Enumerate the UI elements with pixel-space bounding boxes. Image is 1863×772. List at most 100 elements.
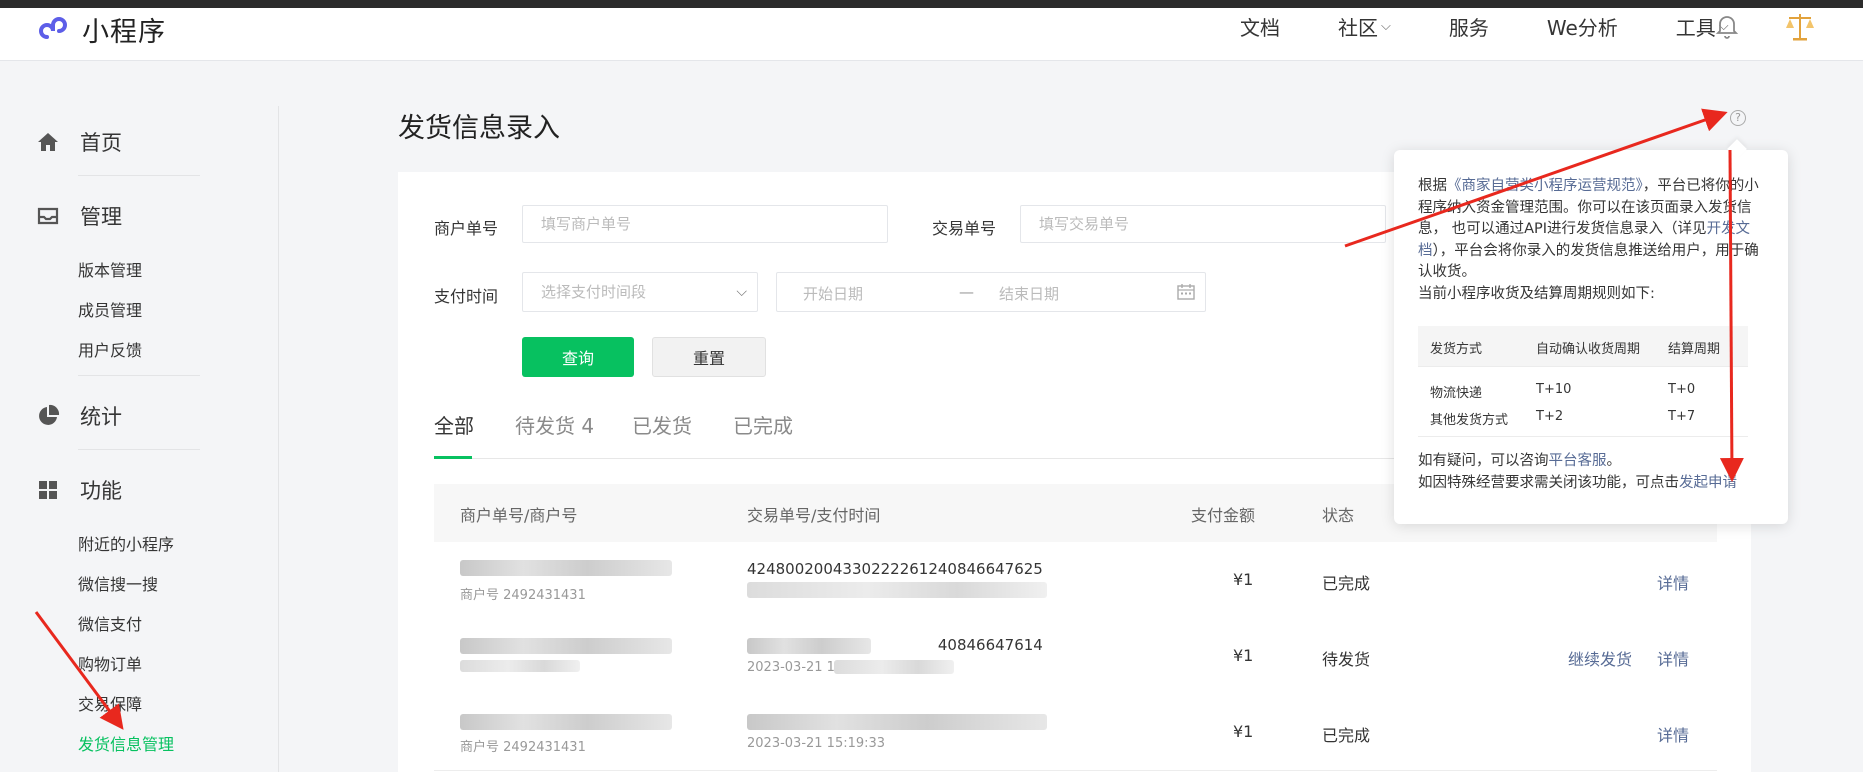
text: 如有疑问，可以咨询 bbox=[1418, 453, 1549, 469]
page-title: 发货信息录入 bbox=[398, 113, 560, 144]
start-date-placeholder: 开始日期 bbox=[803, 285, 864, 303]
pie-chart-icon bbox=[39, 404, 60, 425]
sidebar-item-nearby[interactable]: 附近的小程序 bbox=[78, 531, 174, 555]
rules-cell: 其他发货方式 bbox=[1430, 413, 1509, 428]
grid-icon bbox=[39, 481, 57, 499]
redacted-pay-time-suffix bbox=[834, 660, 954, 674]
merchant-no-input[interactable] bbox=[522, 205, 888, 243]
popover-arrow bbox=[1727, 139, 1747, 159]
popover-description: 根据《商家自营类小程序运营规范》，平台已将你的小程序纳入资金管理范围。你可以在该… bbox=[1418, 176, 1768, 305]
divider bbox=[78, 449, 200, 450]
sidebar-section-stats[interactable]: 统计 bbox=[36, 401, 122, 431]
table-row: 商户号 2492431431 4248002004330222261240846… bbox=[434, 542, 1717, 619]
sidebar: 首页 管理 版本管理 成员管理 用户反馈 统计 功能 附近的小程序 微信搜一搜 … bbox=[0, 61, 279, 772]
redacted-pay-time bbox=[747, 582, 1047, 598]
sidebar-item-version[interactable]: 版本管理 bbox=[78, 257, 142, 281]
continue-shipping-link[interactable]: 继续发货 bbox=[1568, 646, 1632, 670]
nav-label: 社区 bbox=[1338, 15, 1378, 40]
sidebar-section-manage[interactable]: 管理 bbox=[36, 201, 122, 231]
detail-link[interactable]: 详情 bbox=[1657, 570, 1689, 594]
sidebar-item-feedback[interactable]: 用户反馈 bbox=[78, 337, 142, 361]
nav-we-analytics[interactable]: We分析 bbox=[1547, 12, 1618, 40]
sidebar-item-wechat-pay[interactable]: 微信支付 bbox=[78, 611, 142, 635]
amount: ¥1 bbox=[1233, 646, 1254, 665]
rules-row: 物流快递 T+10 T+0 bbox=[1418, 377, 1748, 404]
tab-shipped[interactable]: 已发货 bbox=[632, 410, 692, 439]
amount: ¥1 bbox=[1233, 570, 1254, 589]
rules-intro: 当前小程序收货及结算周期规则如下: bbox=[1418, 285, 1655, 302]
col-trade: 交易单号/支付时间 bbox=[747, 506, 881, 525]
nav-label: 工具 bbox=[1675, 15, 1716, 40]
pay-time-label: 支付时间 bbox=[434, 287, 499, 306]
rules-col: 发货方式 bbox=[1430, 342, 1483, 357]
home-icon bbox=[38, 133, 58, 151]
sidebar-item-shipping-management[interactable]: 发货信息管理 bbox=[78, 731, 174, 755]
detail-link[interactable]: 详情 bbox=[1657, 722, 1689, 746]
sidebar-item-trade-guarantee[interactable]: 交易保障 bbox=[78, 691, 142, 715]
text: 根据 bbox=[1418, 178, 1447, 194]
rules-col: 自动确认收货周期 bbox=[1536, 342, 1641, 357]
reset-button[interactable]: 重置 bbox=[652, 337, 766, 377]
sidebar-item-orders[interactable]: 购物订单 bbox=[78, 651, 142, 675]
help-popover: 根据《商家自营类小程序运营规范》，平台已将你的小程序纳入资金管理范围。你可以在该… bbox=[1394, 139, 1788, 524]
redacted-trade-no bbox=[747, 714, 1047, 730]
logo[interactable]: 小程序 bbox=[38, 10, 166, 49]
end-date-placeholder: 结束日期 bbox=[999, 285, 1060, 303]
chevron-down-icon: ⌵ bbox=[1381, 18, 1391, 34]
rules-cell: T+2 bbox=[1536, 409, 1564, 424]
tab-all[interactable]: 全部 bbox=[434, 410, 474, 439]
sidebar-section-features[interactable]: 功能 bbox=[36, 475, 122, 505]
nav-service[interactable]: 服务 bbox=[1449, 12, 1489, 40]
trade-no-input[interactable] bbox=[1020, 205, 1386, 243]
table-row: 商户号 2492431431 2023-03-21 15:19:33 ¥1 已完… bbox=[434, 694, 1717, 771]
date-range-picker[interactable]: 开始日期 — 结束日期 bbox=[776, 272, 1206, 312]
rules-cell: T+7 bbox=[1668, 409, 1696, 424]
customer-service-link[interactable]: 平台客服 bbox=[1549, 453, 1607, 469]
table-row: 4200001333202303211340846647614 2023-03-… bbox=[434, 618, 1717, 695]
window-strip bbox=[0, 0, 1863, 8]
top-nav: 文档 社区 ⌵ 服务 We分析 工具 ⌵ bbox=[1240, 12, 1787, 40]
nav-docs[interactable]: 文档 bbox=[1240, 12, 1280, 40]
detail-link[interactable]: 详情 bbox=[1657, 646, 1689, 670]
redacted-merchant-id bbox=[460, 660, 580, 672]
text: 。 bbox=[1606, 453, 1622, 469]
col-status: 状态 bbox=[1322, 506, 1355, 525]
bell-icon[interactable] bbox=[1714, 12, 1740, 40]
redacted-merchant-no bbox=[460, 560, 672, 576]
merchant-id: 商户号 2492431431 bbox=[460, 588, 586, 603]
tab-pending[interactable]: 待发货 4 bbox=[515, 410, 594, 439]
apply-link[interactable]: 发起申请 bbox=[1679, 475, 1737, 491]
sidebar-section-label: 统计 bbox=[80, 405, 122, 429]
status: 已完成 bbox=[1322, 726, 1371, 745]
avatar-scale-icon[interactable] bbox=[1783, 10, 1817, 44]
divider bbox=[78, 375, 200, 376]
sidebar-section-label: 管理 bbox=[80, 205, 122, 229]
trade-no: 4248002004330222261240846647625 bbox=[747, 560, 1043, 578]
sidebar-item-members[interactable]: 成员管理 bbox=[78, 297, 142, 321]
query-button[interactable]: 查询 bbox=[522, 337, 634, 377]
col-merchant: 商户单号/商户号 bbox=[460, 506, 578, 525]
merchant-no-label: 商户单号 bbox=[434, 219, 499, 238]
sidebar-section-home[interactable]: 首页 bbox=[36, 127, 122, 157]
pay-time: 2023-03-21 15:19:33 bbox=[747, 736, 886, 751]
redacted-merchant-no bbox=[460, 714, 672, 730]
rules-row: 其他发货方式 T+2 T+7 bbox=[1418, 404, 1748, 431]
pay-time-select[interactable]: 选择支付时间段 ⌵ bbox=[522, 272, 758, 312]
rules-cell: 物流快递 bbox=[1430, 386, 1483, 401]
nav-community[interactable]: 社区 ⌵ bbox=[1338, 12, 1391, 40]
miniprogram-logo-icon bbox=[39, 16, 67, 39]
tab-completed[interactable]: 已完成 bbox=[733, 410, 793, 439]
sidebar-divider bbox=[278, 106, 279, 772]
popover-footer: 如有疑问，可以咨询平台客服。 如因特殊经营要求需关闭该功能，可点击发起申请 bbox=[1418, 451, 1737, 494]
sidebar-item-search[interactable]: 微信搜一搜 bbox=[78, 571, 158, 595]
date-separator: — bbox=[959, 283, 974, 301]
sidebar-section-label: 首页 bbox=[80, 131, 122, 155]
operating-rules-link[interactable]: 《商家自营类小程序运营规范》 bbox=[1447, 178, 1643, 194]
rules-table: 发货方式 自动确认收货周期 结算周期 物流快递 T+10 T+0 其他发货方式 … bbox=[1418, 326, 1748, 431]
text: ），平台会将你录入的发货信息推送给用户，用于确认收货。 bbox=[1418, 242, 1759, 281]
sidebar-section-label: 功能 bbox=[80, 479, 122, 503]
help-icon[interactable]: ? bbox=[1730, 110, 1746, 126]
chevron-down-icon: ⌵ bbox=[736, 284, 747, 300]
inbox-icon bbox=[37, 207, 59, 225]
col-amount: 支付金额 bbox=[1191, 506, 1256, 525]
